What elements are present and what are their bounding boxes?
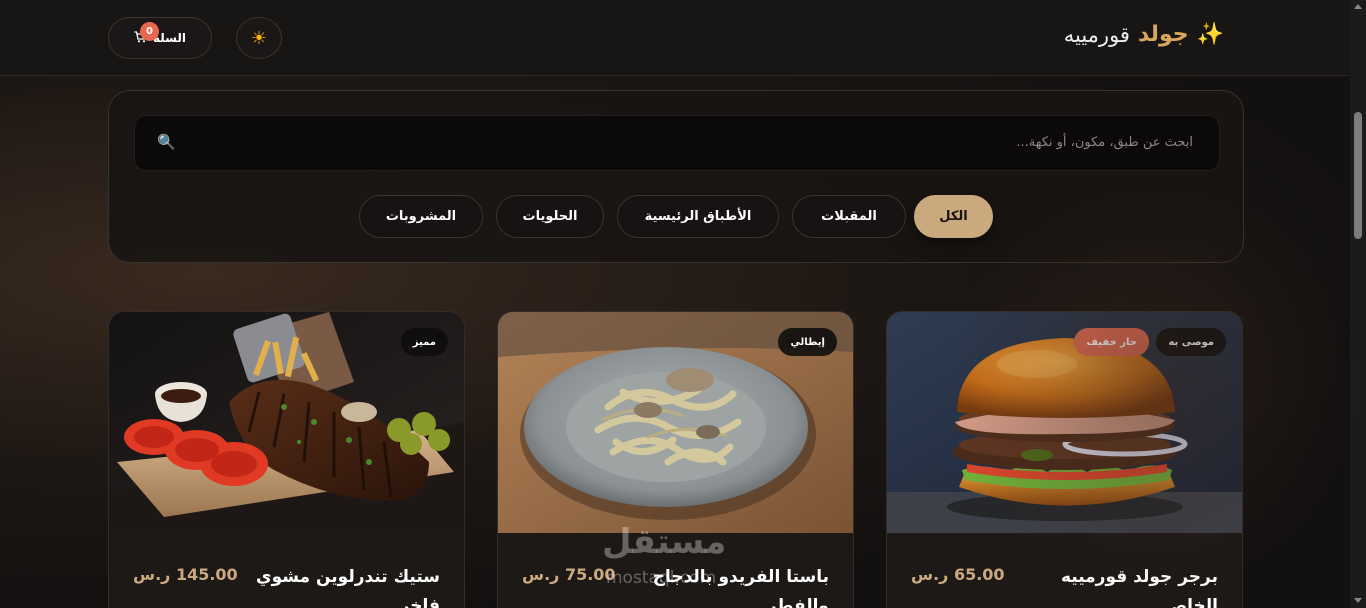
sun-icon: ☀ [250, 27, 268, 49]
category-main-dishes[interactable]: الأطباق الرئيسية [617, 195, 779, 238]
badge-mild-spicy: حار خفيف [1074, 328, 1149, 356]
product-price: 145.00 ر.س [133, 565, 238, 584]
filter-panel: ابحث عن طبق، مكون، أو نكهة... 🔍 الكل الم… [108, 90, 1244, 263]
product-name: ستيك تندرلوين مشوي فاخر [256, 567, 440, 608]
top-header: ✨ جولد قورمييه ☀ السلة 0 [0, 0, 1350, 76]
product-card-pasta[interactable]: إيطالي باستا الفريدو بالدجاج والفطر 75.0… [497, 311, 854, 608]
search-icon: 🔍 [157, 133, 176, 151]
product-info: ستيك تندرلوين مشوي فاخر 145.00 ر.س [109, 533, 464, 608]
brand-name-gold: جولد [1137, 22, 1189, 47]
product-name: برجر جولد قورمييه الخاص [1060, 567, 1218, 608]
watermark-logo: مستقل [602, 522, 727, 562]
category-drinks[interactable]: المشروبات [359, 195, 483, 238]
scroll-up-arrow-icon[interactable] [1354, 4, 1362, 9]
scrollbar-thumb[interactable] [1354, 112, 1362, 239]
sparkles-icon: ✨ [1196, 22, 1224, 47]
category-all[interactable]: الكل [914, 195, 993, 238]
badge-recommended: موصى به [1156, 328, 1226, 356]
category-desserts[interactable]: الحلويات [496, 195, 604, 238]
product-price: 65.00 ر.س [911, 565, 1005, 584]
badge-italian: إيطالي [778, 328, 837, 356]
search-input[interactable]: ابحث عن طبق، مكون، أو نكهة... 🔍 [134, 115, 1220, 171]
scroll-down-arrow-icon[interactable] [1354, 598, 1362, 603]
page-scrollbar[interactable] [1350, 0, 1366, 608]
brand-logo[interactable]: ✨ جولد قورمييه [1064, 22, 1224, 47]
brand-name-rest: قورمييه [1063, 22, 1130, 47]
cart-button[interactable]: السلة 0 [108, 17, 212, 59]
watermark-url: mostaql.com [606, 568, 717, 588]
product-card-steak[interactable]: مميز ستيك تندرلوين مشوي فاخر 145.00 ر.س [108, 311, 465, 608]
theme-toggle-button[interactable]: ☀ [236, 17, 282, 59]
search-placeholder: ابحث عن طبق، مكون، أو نكهة... [1016, 135, 1193, 150]
cart-count-badge: 0 [140, 22, 159, 41]
category-appetizers[interactable]: المقبلات [792, 195, 906, 238]
product-price: 75.00 ر.س [522, 565, 616, 584]
product-card-burger[interactable]: موصى به حار خفيف برجر جولد قورمييه الخاص… [886, 311, 1243, 608]
product-info: برجر جولد قورمييه الخاص 65.00 ر.س [887, 533, 1242, 608]
badge-featured: مميز [400, 328, 448, 356]
